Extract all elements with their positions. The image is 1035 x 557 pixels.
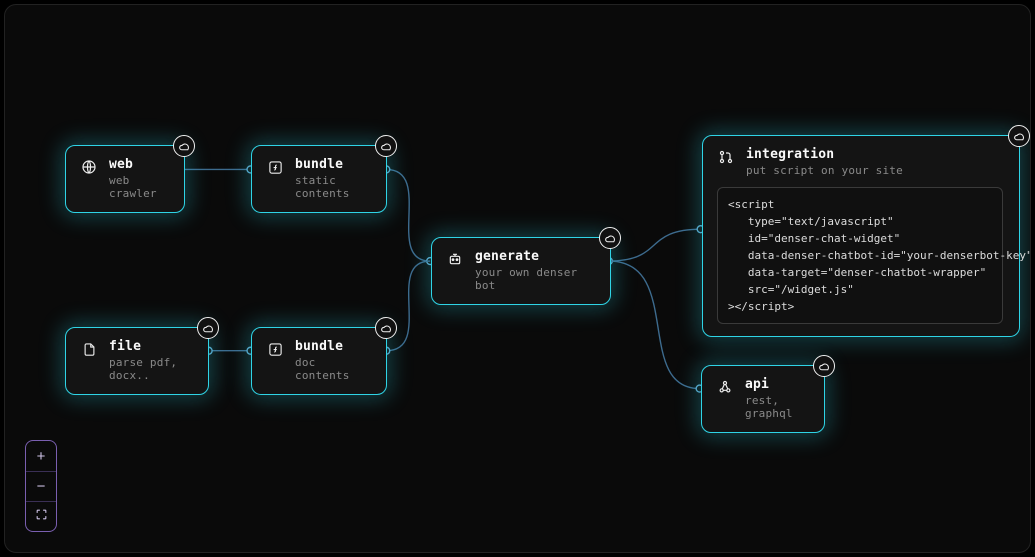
expand-icon bbox=[35, 508, 48, 525]
node-subtitle: your own denser bot bbox=[475, 266, 596, 292]
node-title: api bbox=[745, 377, 810, 392]
cloud-icon bbox=[197, 317, 219, 339]
webhook-icon bbox=[716, 378, 734, 396]
code-snippet: <script type="text/javascript" id="dense… bbox=[717, 187, 1003, 324]
node-file[interactable]: file parse pdf, docx.. bbox=[65, 327, 209, 395]
node-integration[interactable]: integration put script on your site <scr… bbox=[702, 135, 1020, 337]
globe-icon bbox=[80, 158, 98, 176]
pullrequest-icon bbox=[717, 148, 735, 166]
node-web[interactable]: web web crawler bbox=[65, 145, 185, 213]
robot-icon bbox=[446, 250, 464, 268]
cloud-icon bbox=[375, 317, 397, 339]
zoom-in-button[interactable]: + bbox=[26, 441, 56, 471]
cloud-icon bbox=[813, 355, 835, 377]
cloud-icon bbox=[1008, 125, 1030, 147]
node-title: bundle bbox=[295, 339, 372, 354]
zoom-out-button[interactable]: − bbox=[26, 471, 56, 501]
node-title: integration bbox=[746, 147, 903, 162]
node-subtitle: rest, graphql bbox=[745, 394, 810, 420]
fit-view-button[interactable] bbox=[26, 501, 56, 531]
node-subtitle: put script on your site bbox=[746, 164, 903, 177]
function-icon bbox=[266, 158, 284, 176]
cloud-icon bbox=[599, 227, 621, 249]
node-subtitle: parse pdf, docx.. bbox=[109, 356, 194, 382]
node-title: file bbox=[109, 339, 194, 354]
zoom-controls: + − bbox=[25, 440, 57, 532]
flow-canvas[interactable]: web web crawler bundle static contents f… bbox=[4, 4, 1031, 553]
node-bundle-static[interactable]: bundle static contents bbox=[251, 145, 387, 213]
node-bundle-doc[interactable]: bundle doc contents bbox=[251, 327, 387, 395]
node-subtitle: web crawler bbox=[109, 174, 170, 200]
node-title: generate bbox=[475, 249, 596, 264]
node-title: web bbox=[109, 157, 170, 172]
node-title: bundle bbox=[295, 157, 372, 172]
cloud-icon bbox=[375, 135, 397, 157]
node-subtitle: doc contents bbox=[295, 356, 372, 382]
minus-icon: − bbox=[37, 478, 46, 495]
file-icon bbox=[80, 340, 98, 358]
plus-icon: + bbox=[37, 448, 46, 465]
node-generate[interactable]: generate your own denser bot bbox=[431, 237, 611, 305]
cloud-icon bbox=[173, 135, 195, 157]
node-subtitle: static contents bbox=[295, 174, 372, 200]
node-api[interactable]: api rest, graphql bbox=[701, 365, 825, 433]
function-icon bbox=[266, 340, 284, 358]
